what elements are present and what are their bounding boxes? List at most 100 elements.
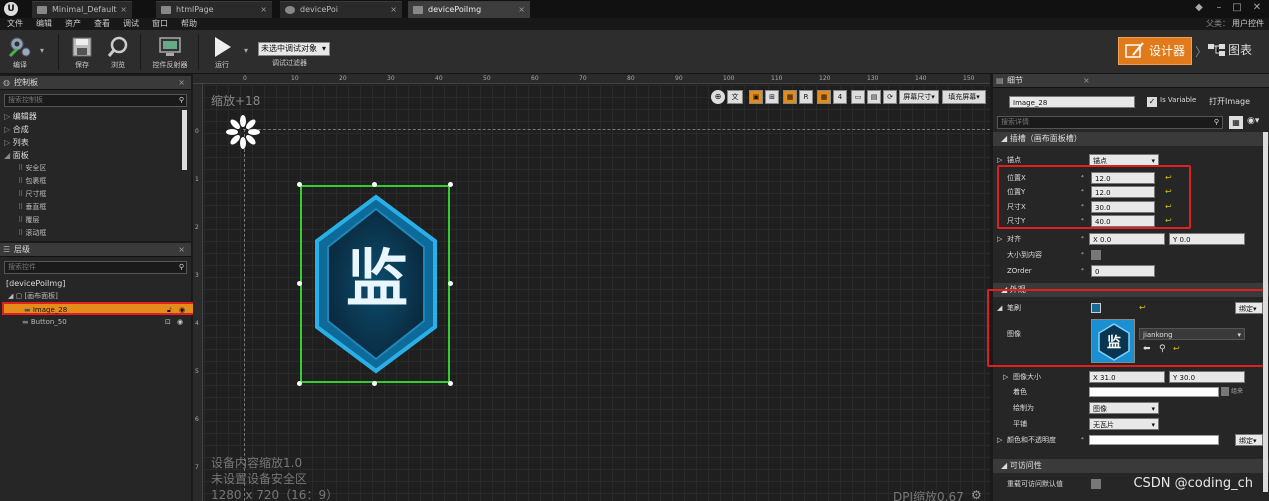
size-to-content-checkbox[interactable] [1091, 250, 1101, 260]
gear-icon[interactable]: ⚙ [971, 488, 982, 501]
parent-class-value[interactable]: 用户控件 [1232, 18, 1264, 30]
minimize-icon[interactable]: – [1212, 1, 1226, 15]
menu-edit[interactable]: 编辑 [36, 18, 52, 30]
zorder-input[interactable]: 0 [1091, 265, 1155, 277]
details-search-input[interactable]: 搜索详情 ⚲ [997, 116, 1223, 129]
close-icon[interactable]: × [1083, 74, 1090, 88]
tint-checkbox[interactable] [1221, 387, 1229, 396]
snap-icon[interactable]: ▦ [783, 90, 797, 104]
tab-minimal-default[interactable]: Minimal_Default × [32, 1, 132, 18]
image28-selection[interactable]: 监 [300, 185, 450, 383]
screen-size-dropdown[interactable]: 屏幕尺寸▾ [899, 90, 939, 104]
device-icon[interactable]: ▭ [851, 90, 865, 104]
grid-snap-icon[interactable]: ⊞ [765, 90, 779, 104]
draw-as-dropdown[interactable]: 图像 ▾ [1089, 402, 1159, 414]
chevron-down-icon[interactable]: ▾ [244, 46, 248, 55]
is-variable-checkbox[interactable]: ✓ [1147, 97, 1157, 107]
image-icon[interactable]: ▤ [867, 90, 881, 104]
browse-button[interactable]: 浏览 [100, 32, 136, 72]
resize-handle[interactable] [372, 182, 377, 187]
grid-size[interactable]: 4 [833, 90, 847, 104]
menu-view[interactable]: 查看 [94, 18, 110, 30]
tab-devicepoiimg[interactable]: devicePoiImg × [408, 1, 530, 18]
save-button[interactable]: 保存 [64, 32, 100, 72]
expand-icon[interactable]: ▷ [1003, 369, 1008, 385]
color-opacity-swatch[interactable] [1089, 435, 1219, 445]
expand-icon[interactable]: ▷ [997, 432, 1002, 448]
tab-htmlpage[interactable]: htmlPage × [156, 1, 272, 18]
menu-window[interactable]: 窗口 [152, 18, 168, 30]
menu-file[interactable]: 文件 [7, 18, 23, 30]
tab-devicepoi[interactable]: devicePoi × [280, 1, 402, 18]
tint-color-swatch[interactable] [1089, 387, 1219, 397]
close-icon[interactable]: × [390, 2, 397, 18]
close-icon[interactable]: × [120, 2, 127, 18]
designer-mode-button[interactable]: 设计器 [1118, 37, 1192, 65]
designer-canvas[interactable]: 0 10 20 30 40 50 60 70 80 90 100 110 120 130 140 150 0 1… [193, 74, 990, 501]
resize-handle[interactable] [297, 182, 302, 187]
accessibility-section-header[interactable]: ◢ 可访问性 [993, 459, 1269, 473]
alignment-x-input[interactable]: X 0.0 [1089, 233, 1165, 245]
lock-icon[interactable]: ⊡ [165, 316, 171, 329]
bind-icon[interactable]: ⁴ [1081, 231, 1084, 247]
localization-icon[interactable]: 文 [727, 90, 743, 104]
maximize-icon[interactable]: □ [1230, 1, 1244, 15]
bind-dropdown[interactable]: 绑定▾ [1235, 434, 1263, 446]
resize-handle[interactable] [297, 281, 302, 286]
close-icon[interactable]: × [178, 243, 185, 257]
menu-debug[interactable]: 调试 [123, 18, 139, 30]
expand-icon[interactable]: ▷ [997, 231, 1002, 247]
collapse-icon[interactable]: ◢ ▢ [8, 292, 24, 300]
resize-handle[interactable] [372, 381, 377, 386]
scrollbar[interactable] [182, 110, 187, 170]
palette-item[interactable]: ⠿ 安全区 [0, 162, 183, 175]
rotate-icon[interactable]: ⟳ [883, 90, 897, 104]
palette-item[interactable]: ◢ 面板 [0, 149, 183, 162]
image-size-y-input[interactable]: Y 30.0 [1169, 371, 1245, 383]
resize-handle[interactable] [448, 381, 453, 386]
override-accessibility-checkbox[interactable] [1091, 479, 1101, 489]
slot-section-header[interactable]: ◢ 插槽（画布面板槽） [993, 132, 1269, 146]
palette-search-input[interactable]: 搜索控制板 ⚲ [4, 94, 187, 107]
open-image-link[interactable]: 打开Image [1209, 96, 1250, 107]
user-icon[interactable]: ◆ [1192, 1, 1206, 15]
palette-item[interactable]: ⠿ 垂直框 [0, 201, 183, 214]
hierarchy-item-image28[interactable]: ▬ Image_28 🔓︎ ◉ [2, 302, 206, 315]
palette-item[interactable]: ▷ 编辑器 [0, 110, 183, 123]
eye-icon[interactable]: ◉ [177, 316, 183, 329]
respect-locks-icon[interactable]: R [799, 90, 813, 104]
property-matrix-icon[interactable]: ▦ [1229, 116, 1243, 129]
menu-help[interactable]: 帮助 [181, 18, 197, 30]
palette-item[interactable]: ▷ 列表 [0, 136, 183, 149]
compile-button[interactable]: 编译 [2, 32, 38, 72]
palette-item[interactable]: ▷ 合成 [0, 123, 183, 136]
bind-icon[interactable]: ⁴ [1081, 247, 1084, 263]
run-button[interactable]: 运行 [204, 32, 240, 72]
widget-reflector-button[interactable]: 控件反射器 [146, 32, 194, 72]
hierarchy-search-input[interactable]: 搜索控件 ⚲ [4, 261, 187, 274]
resize-handle[interactable] [297, 381, 302, 386]
menu-assets[interactable]: 资产 [65, 18, 81, 30]
close-icon[interactable]: × [518, 2, 525, 18]
grid-icon[interactable]: ▦ [817, 90, 831, 104]
fill-screen-dropdown[interactable]: 填充屏幕▾ [942, 90, 986, 104]
globe-icon[interactable]: ⊕ [711, 90, 725, 104]
eye-icon[interactable]: ◉▾ [1247, 116, 1259, 126]
palette-item[interactable]: ⠿ 包裹框 [0, 175, 183, 188]
debug-object-dropdown[interactable]: 未选中调试对象 ▾ [258, 42, 330, 56]
tiling-dropdown[interactable]: 无瓦片 ▾ [1089, 418, 1159, 430]
lock-icon[interactable]: ▣ [749, 90, 763, 104]
alignment-y-input[interactable]: Y 0.0 [1169, 233, 1245, 245]
palette-item[interactable]: ⠿ 滚动框 [0, 227, 183, 240]
bind-icon[interactable]: ⁴ [1081, 432, 1084, 448]
palette-item[interactable]: ⠿ 尺寸框 [0, 188, 183, 201]
chevron-down-icon[interactable]: ▾ [40, 46, 44, 55]
close-icon[interactable]: × [260, 2, 267, 18]
close-icon[interactable]: × [178, 76, 185, 90]
graph-mode-button[interactable]: 图表 [1206, 37, 1266, 65]
scrollbar[interactable] [1263, 132, 1268, 492]
anchor-icon[interactable] [223, 112, 263, 152]
resize-handle[interactable] [448, 182, 453, 187]
widget-name-input[interactable]: Image_28 [1009, 96, 1135, 108]
image-size-x-input[interactable]: X 31.0 [1089, 371, 1165, 383]
